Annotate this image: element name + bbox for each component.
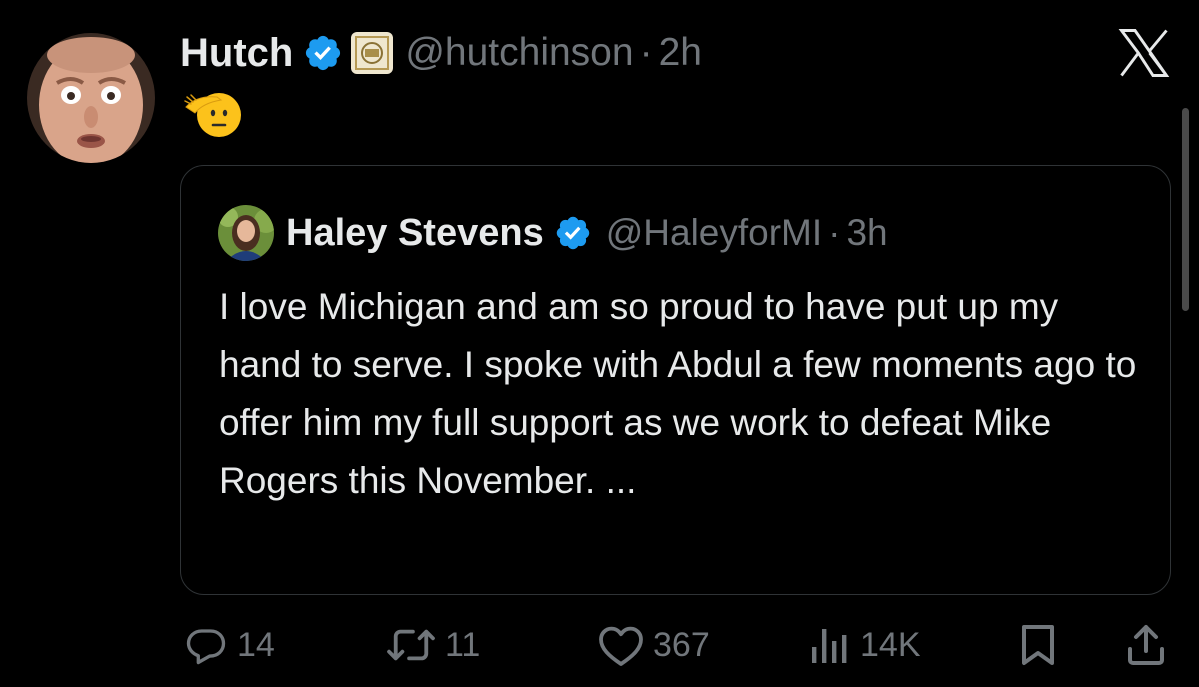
quoted-tweet-card[interactable]: Haley Stevens @HaleyforMI · 3h I love Mich… bbox=[180, 165, 1171, 595]
repost-icon bbox=[385, 624, 437, 666]
like-count: 367 bbox=[653, 625, 710, 664]
quote-header: Haley Stevens @HaleyforMI · 3h bbox=[218, 204, 888, 262]
quote-handle-text[interactable]: @HaleyforMI bbox=[606, 212, 822, 253]
scrollbar[interactable] bbox=[1182, 108, 1189, 311]
views-button[interactable]: 14K bbox=[808, 615, 921, 675]
author-handle[interactable]: @hutchinson · 2h bbox=[405, 31, 702, 75]
reply-count: 14 bbox=[237, 625, 275, 664]
timestamp[interactable]: 2h bbox=[659, 31, 702, 74]
separator: · bbox=[828, 212, 841, 253]
quote-author-name[interactable]: Haley Stevens bbox=[286, 212, 544, 255]
quote-author-handle[interactable]: @HaleyforMI · 3h bbox=[606, 212, 888, 254]
share-icon bbox=[1124, 623, 1168, 667]
bookmark-icon bbox=[1018, 623, 1058, 667]
author-name[interactable]: Hutch bbox=[180, 31, 293, 76]
heart-icon bbox=[597, 623, 645, 667]
repost-count: 11 bbox=[445, 625, 481, 664]
tweet-header: Hutch @hutchinson · 2h bbox=[180, 28, 702, 78]
author-avatar[interactable] bbox=[27, 33, 155, 163]
quote-timestamp[interactable]: 3h bbox=[846, 212, 887, 253]
views-count: 14K bbox=[860, 625, 921, 664]
like-button[interactable]: 367 bbox=[597, 615, 710, 675]
affiliation-badge-icon[interactable] bbox=[351, 32, 394, 74]
x-logo-icon[interactable] bbox=[1117, 28, 1171, 78]
bookmark-button[interactable] bbox=[1018, 615, 1058, 675]
quote-author-avatar[interactable] bbox=[218, 205, 274, 261]
saluting-face-icon bbox=[183, 87, 243, 139]
reply-button[interactable]: 14 bbox=[183, 615, 275, 675]
tweet-action-bar: 14 11 367 14K bbox=[0, 615, 1199, 675]
handle-text[interactable]: @hutchinson bbox=[405, 31, 633, 74]
verified-badge-icon[interactable] bbox=[554, 214, 592, 252]
reply-icon bbox=[183, 624, 229, 666]
separator: · bbox=[639, 31, 653, 74]
verified-badge-icon[interactable] bbox=[303, 33, 343, 73]
views-icon bbox=[808, 623, 852, 667]
quote-body-text: I love Michigan and am so proud to have … bbox=[219, 286, 1137, 501]
share-button[interactable] bbox=[1124, 615, 1168, 675]
repost-button[interactable]: 11 bbox=[385, 615, 480, 675]
